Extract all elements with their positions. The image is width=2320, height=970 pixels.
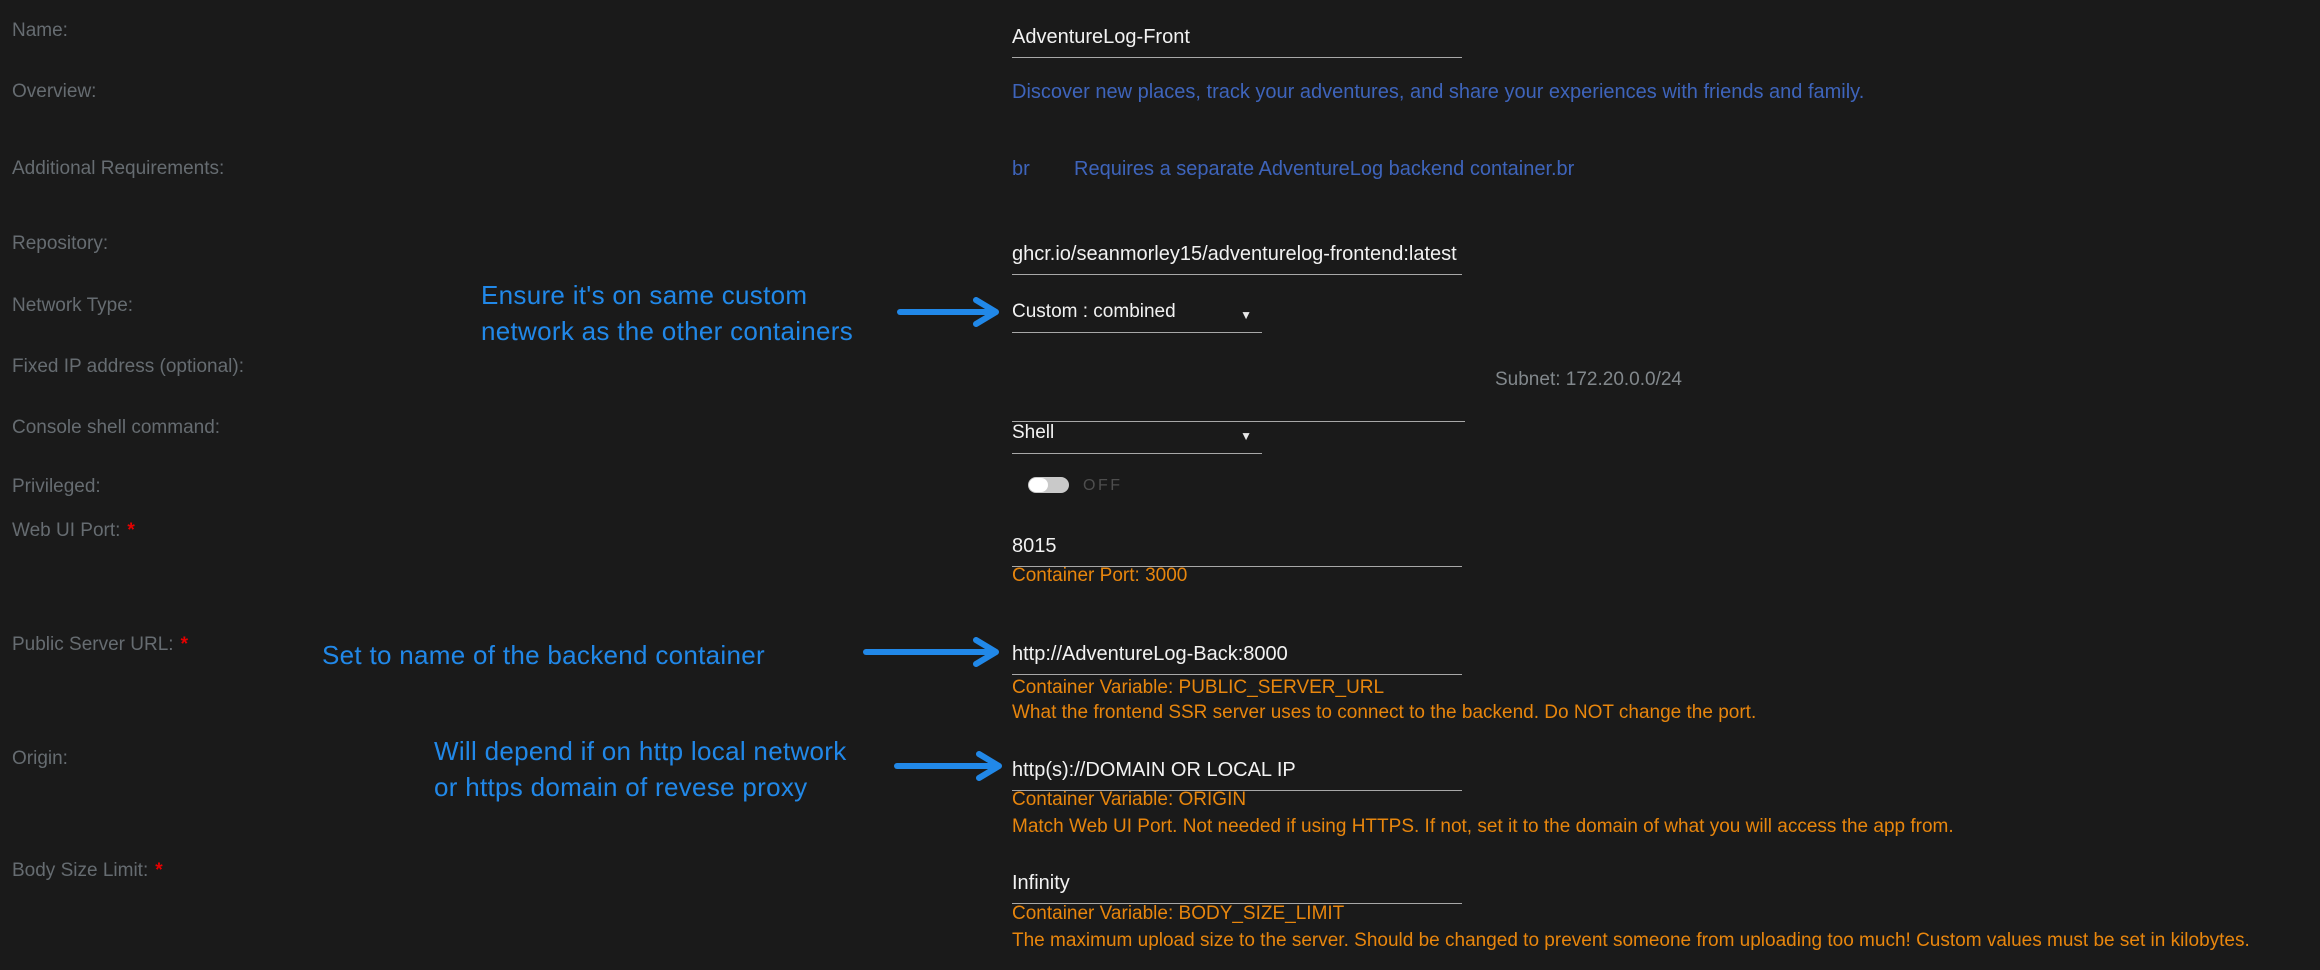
public-server-url-description-help: What the frontend SSR server uses to con… <box>1012 702 1756 724</box>
chevron-down-icon: ▼ <box>1240 425 1252 448</box>
arrow-right-icon <box>862 637 1008 667</box>
additional-requirements-label: Additional Requirements: <box>12 158 224 180</box>
public-server-url-variable-help: Container Variable: PUBLIC_SERVER_URL <box>1012 677 1384 699</box>
origin-input[interactable] <box>1012 759 1462 791</box>
arrow-right-icon <box>893 751 1011 781</box>
body-size-limit-description-help: The maximum upload size to the server. S… <box>1012 930 2250 952</box>
subnet-note: Subnet: 172.20.0.0/24 <box>1495 369 1682 391</box>
overview-text: Discover new places, track your adventur… <box>1012 80 1864 104</box>
origin-description-help: Match Web UI Port. Not needed if using H… <box>1012 816 1954 838</box>
fixed-ip-input[interactable] <box>1012 390 1465 422</box>
name-label: Name: <box>12 20 68 42</box>
console-shell-label: Console shell command: <box>12 417 220 439</box>
arrow-right-icon <box>896 297 1008 327</box>
web-ui-port-input[interactable] <box>1012 535 1462 567</box>
overview-label: Overview: <box>12 81 96 103</box>
annotation-origin: Will depend if on http local network or … <box>434 733 847 805</box>
console-shell-select[interactable]: Shell ▼ <box>1012 421 1262 454</box>
privileged-label: Privileged: <box>12 476 101 498</box>
annotation-public-server-url: Set to name of the backend container <box>322 637 765 673</box>
network-type-select[interactable]: Custom : combined ▼ <box>1012 300 1262 333</box>
repository-input[interactable] <box>1012 243 1462 275</box>
required-asterisk: * <box>181 634 188 655</box>
chevron-down-icon: ▼ <box>1240 304 1252 327</box>
body-size-limit-input[interactable] <box>1012 872 1462 904</box>
name-input[interactable] <box>1012 26 1462 58</box>
origin-label: Origin: <box>12 748 68 770</box>
network-type-selected-value: Custom : combined <box>1012 301 1176 322</box>
privileged-toggle[interactable] <box>1028 477 1069 493</box>
public-server-url-input[interactable] <box>1012 643 1462 675</box>
repository-label: Repository: <box>12 233 108 255</box>
additional-requirements-text: Requires a separate AdventureLog backend… <box>1074 157 1574 181</box>
body-size-limit-variable-help: Container Variable: BODY_SIZE_LIMIT <box>1012 903 1344 925</box>
additional-requirements-prefix: br <box>1012 157 1030 181</box>
container-port-help: Container Port: 3000 <box>1012 565 1187 587</box>
required-asterisk: * <box>127 520 134 541</box>
fixed-ip-label: Fixed IP address (optional): <box>12 356 244 378</box>
web-ui-port-label: Web UI Port:* <box>12 520 135 542</box>
public-server-url-label: Public Server URL:* <box>12 634 188 656</box>
annotation-network-type: Ensure it's on same custom network as th… <box>481 277 853 349</box>
toggle-knob <box>1029 478 1048 492</box>
required-asterisk: * <box>155 860 162 881</box>
privileged-state-label: OFF <box>1083 477 1123 495</box>
body-size-limit-label: Body Size Limit:* <box>12 860 163 882</box>
container-settings-form: Name: Overview: Additional Requirements:… <box>0 0 2320 970</box>
console-shell-selected-value: Shell <box>1012 422 1054 443</box>
network-type-label: Network Type: <box>12 295 133 317</box>
origin-variable-help: Container Variable: ORIGIN <box>1012 789 1246 811</box>
